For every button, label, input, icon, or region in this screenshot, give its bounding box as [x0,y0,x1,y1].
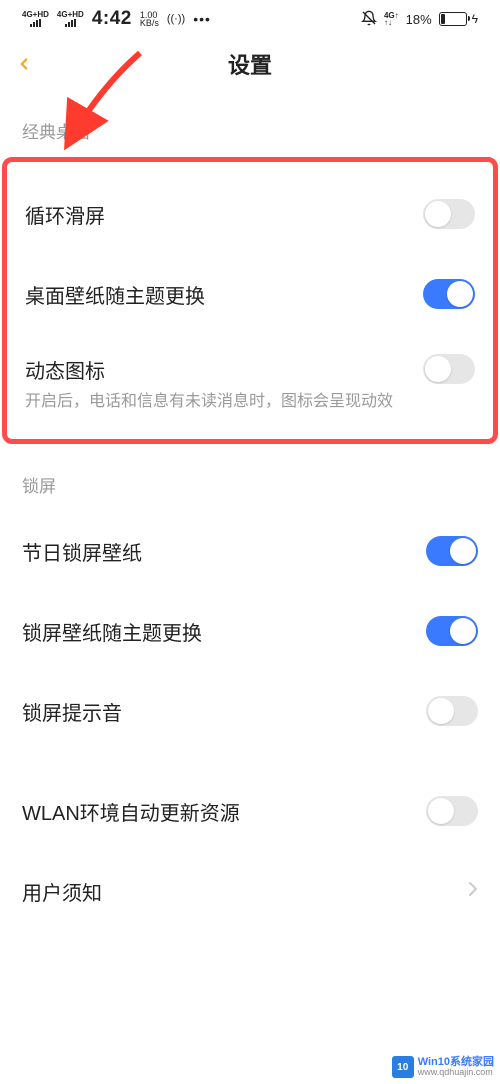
toggle-loop-slide[interactable] [423,199,475,229]
highlight-box: 循环滑屏 桌面壁纸随主题更换 动态图标 开启后，电话和信息有未读消息时，图标会呈… [2,157,498,444]
status-left: 4G+HD 4G+HD 4:42 1.00KB/s ((·)) ••• [22,8,211,30]
back-button[interactable] [0,40,48,88]
status-right: 4G↑↑↓ 18% ϟ [361,10,478,29]
status-bar: 4G+HD 4G+HD 4:42 1.00KB/s ((·)) ••• 4G↑↑… [0,0,500,38]
row-holiday-lock[interactable]: 节日锁屏壁纸 [0,511,500,591]
signal-1-icon: 4G+HD [22,11,49,27]
row-title: 循环滑屏 [25,200,413,229]
row-title: 节日锁屏壁纸 [22,537,416,566]
toggle-wlan-auto[interactable] [426,796,478,826]
row-lock-sound[interactable]: 锁屏提示音 [0,671,500,751]
row-user-notice[interactable]: 用户须知 [0,851,500,931]
row-title: 桌面壁纸随主题更换 [25,280,413,309]
bell-mute-icon [361,10,377,29]
section-label-desktop: 经典桌面 [0,90,500,157]
more-icon: ••• [193,11,211,27]
row-title: 动态图标 [25,355,105,384]
row-title: 锁屏壁纸随主题更换 [22,617,416,646]
row-title: WLAN环境自动更新资源 [22,797,416,826]
toggle-wallpaper-theme[interactable] [423,279,475,309]
signal-2-icon: 4G+HD [57,11,84,27]
row-title: 锁屏提示音 [22,697,416,726]
row-loop-slide[interactable]: 循环滑屏 [7,174,493,254]
top-bar: 设置 [0,38,500,90]
row-title: 用户须知 [22,877,458,906]
status-netspeed: 1.00KB/s [140,11,159,27]
section-label-lock: 锁屏 [0,444,500,511]
battery-icon [439,12,467,26]
row-dynamic-icon[interactable]: 动态图标 开启后，电话和信息有未读消息时，图标会呈现动效 [7,334,493,433]
watermark-badge: 10 [392,1056,414,1078]
row-wallpaper-theme[interactable]: 桌面壁纸随主题更换 [7,254,493,334]
watermark: 10 Win10系统家园 www.qdhuajin.com [392,1056,494,1078]
battery-percent: 18% [406,12,432,27]
content-area: 经典桌面 循环滑屏 桌面壁纸随主题更换 动态图标 开启后，电话和信息有未读消息时… [0,90,500,931]
status-time: 4:42 [92,8,132,30]
row-lock-wallpaper-theme[interactable]: 锁屏壁纸随主题更换 [0,591,500,671]
page-title: 设置 [0,48,500,80]
watermark-url: www.qdhuajin.com [418,1068,494,1078]
toggle-dynamic-icon[interactable] [423,354,475,384]
hotspot-icon: ((·)) [167,13,185,25]
toggle-holiday-lock[interactable] [426,536,478,566]
toggle-lock-wallpaper-theme[interactable] [426,616,478,646]
charging-icon: ϟ [472,12,478,26]
row-wlan-auto[interactable]: WLAN环境自动更新资源 [0,771,500,851]
row-subtitle: 开启后，电话和信息有未读消息时，图标会呈现动效 [25,390,475,413]
chevron-right-icon [468,881,478,902]
data-arrows-icon: 4G↑↑↓ [384,12,399,26]
toggle-lock-sound[interactable] [426,696,478,726]
